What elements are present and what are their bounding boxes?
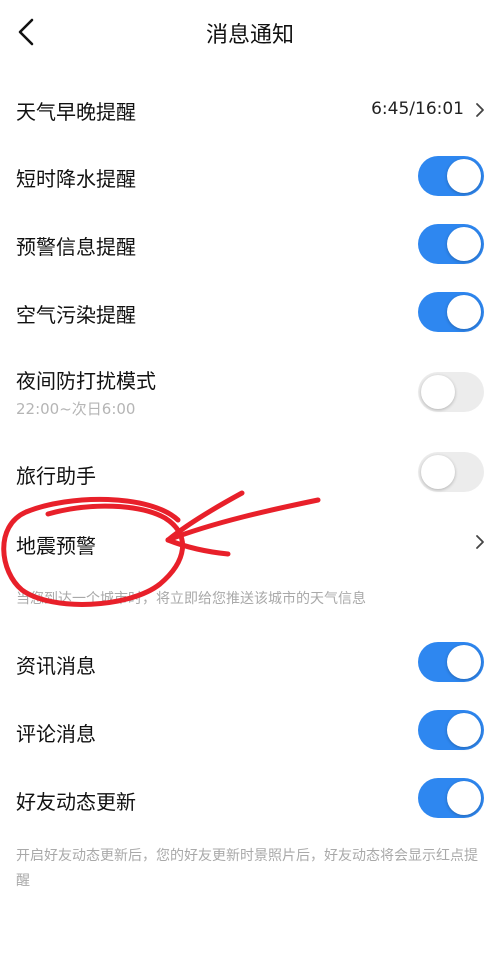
friend-updates-note: 开启好友动态更新后，您的好友更新时景照片后，好友动态将会显示红点提醒 — [16, 848, 478, 889]
night-dnd-row: 夜间防打扰模式 22:00~次日6:00 — [0, 362, 500, 426]
weather-reminder-label: 天气早晚提醒 — [16, 100, 136, 124]
friend-updates-label: 好友动态更新 — [16, 790, 136, 814]
toggle-knob — [421, 455, 455, 489]
toggle-knob — [421, 375, 455, 409]
night-dnd-label: 夜间防打扰模式 — [16, 369, 156, 393]
night-dnd-toggle[interactable] — [418, 372, 484, 412]
warning-info-row: 预警信息提醒 — [0, 222, 500, 266]
travel-assistant-label: 旅行助手 — [16, 464, 96, 488]
weather-reminder-time: 6:45/16:01 — [371, 99, 464, 119]
toggle-knob — [447, 713, 481, 747]
short-rain-label: 短时降水提醒 — [16, 167, 136, 191]
earthquake-warning-row[interactable]: 地震预警 — [0, 520, 500, 564]
toggle-knob — [447, 159, 481, 193]
comments-toggle[interactable] — [418, 710, 484, 750]
page-title: 消息通知 — [205, 23, 294, 48]
air-pollution-label: 空气污染提醒 — [16, 303, 136, 327]
chevron-right-icon — [476, 103, 484, 117]
toggle-knob — [447, 781, 481, 815]
news-toggle[interactable] — [418, 642, 484, 682]
comments-label: 评论消息 — [16, 722, 96, 746]
warning-info-toggle[interactable] — [418, 224, 484, 264]
night-dnd-time: 22:00~次日6:00 — [16, 400, 136, 418]
toggle-knob — [447, 227, 481, 261]
news-label: 资讯消息 — [16, 654, 96, 678]
earthquake-warning-label: 地震预警 — [16, 534, 96, 558]
weather-reminder-row[interactable]: 天气早晚提醒 6:45/16:01 — [0, 82, 500, 138]
air-pollution-toggle[interactable] — [418, 292, 484, 332]
air-pollution-row: 空气污染提醒 — [0, 290, 500, 334]
travel-assistant-toggle[interactable] — [418, 452, 484, 492]
news-row: 资讯消息 — [0, 640, 500, 684]
travel-assistant-note: 当您到达一个城市时，将立即给您推送该城市的天气信息 — [16, 591, 366, 607]
short-rain-row: 短时降水提醒 — [0, 154, 500, 198]
top-bar: 消息通知 — [0, 0, 500, 64]
chevron-right-icon — [476, 535, 484, 549]
short-rain-toggle[interactable] — [418, 156, 484, 196]
comments-row: 评论消息 — [0, 708, 500, 752]
friend-updates-row: 好友动态更新 — [0, 776, 500, 820]
warning-info-label: 预警信息提醒 — [16, 235, 136, 259]
toggle-knob — [447, 645, 481, 679]
travel-assistant-row: 旅行助手 — [0, 450, 500, 494]
friend-updates-toggle[interactable] — [418, 778, 484, 818]
toggle-knob — [447, 295, 481, 329]
